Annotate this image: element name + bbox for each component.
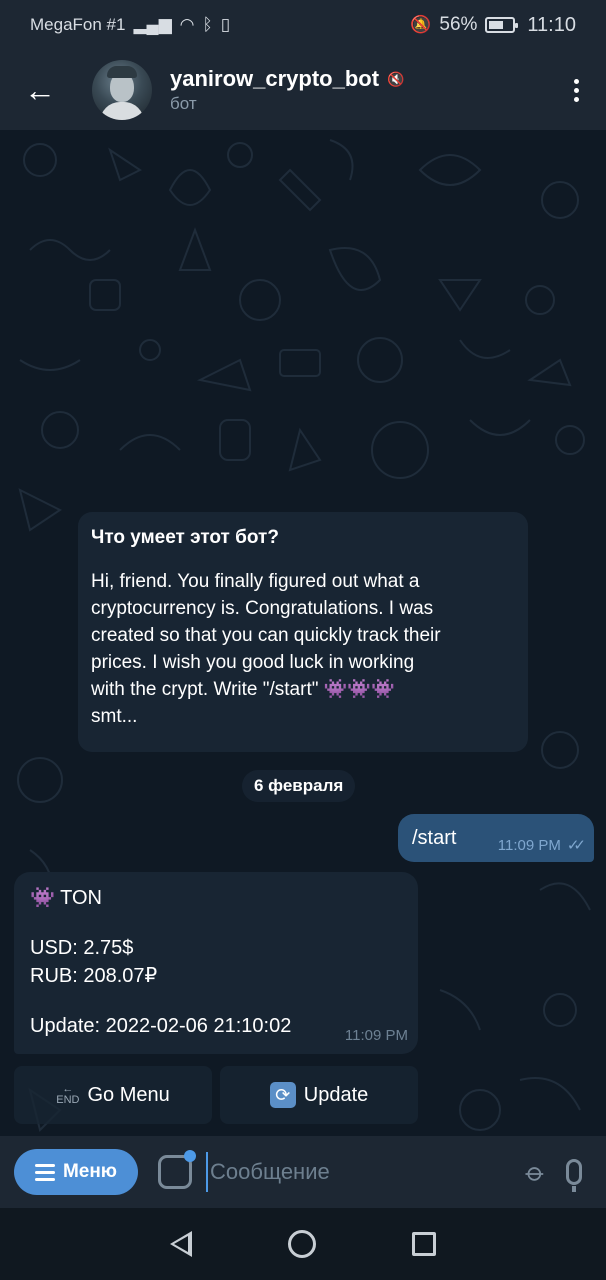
go-menu-label: Go Menu [87,1083,170,1106]
chat-subtitle: бот [170,94,197,113]
bot-menu-label: Меню [62,1161,118,1182]
bluetooth-icon: ᛒ [202,15,213,34]
refresh-icon: ⟳ [269,1082,296,1108]
muted-speaker-icon: 🔇 [387,70,405,87]
price-rub-line: RUB: 208.07₽ [30,965,158,987]
price-coin-line: 👾 TON [30,887,102,909]
hamburger-icon [34,1163,55,1181]
outgoing-message[interactable]: /start 11:09 PM ✓✓ [398,814,594,862]
outgoing-message-time: 11:09 PM [497,836,561,854]
date-separator: 6 февраля [242,770,356,802]
chat-title: yanirow_crypto_bot [170,66,380,91]
inline-keyboard: ← END Go Menu ⟳ Update [14,1066,418,1124]
chat-area[interactable]: Что умеет этот бот? Hi, friend. You fina… [0,130,606,1136]
system-navigation-bar [0,1208,606,1280]
signal-icon: ▂▄▆ [133,15,172,34]
vibrate-icon: ▯ [220,15,231,34]
bot-info-bubble: Что умеет этот бот? Hi, friend. You fina… [78,512,528,752]
chat-header: ← yanirow_crypto_bot 🔇 бот [0,50,606,130]
dot-icon [573,96,579,102]
end-arrow-icon: ← END [56,1083,80,1106]
status-bar: MegaFon #1 ▂▄▆ ◠ ᛒ ▯ 🔕 56% 11:10 [0,0,606,50]
go-menu-button[interactable]: ← END Go Menu [14,1066,212,1124]
wifi-icon: ◠ [179,15,195,34]
clock: 11:10 [527,13,576,36]
avatar[interactable] [92,60,152,120]
microphone-icon[interactable] [566,1159,582,1192]
nav-home-icon[interactable] [288,1230,316,1258]
update-button[interactable]: ⟳ Update [220,1066,418,1124]
double-check-icon: ✓✓ [566,837,586,854]
sticker-button[interactable] [158,1150,196,1189]
back-button[interactable]: ← [0,50,80,130]
dot-icon [573,87,579,93]
nav-recents-icon[interactable] [412,1232,436,1256]
price-usd-line: USD: 2.75$ [30,937,134,959]
incoming-message[interactable]: 👾 TON USD: 2.75$ RUB: 208.07₽ Update: 20… [14,872,418,1054]
update-label: Update [303,1083,369,1106]
carrier-label: MegaFon #1 [30,15,126,34]
outgoing-message-text[interactable]: /start [412,827,456,850]
bot-menu-button[interactable]: Меню [14,1149,138,1195]
battery-icon [485,17,519,33]
arrow-left-icon: ← [24,71,56,108]
message-input[interactable] [206,1152,529,1192]
incoming-message-time: 11:09 PM [344,1027,408,1044]
nav-back-icon[interactable] [170,1231,192,1257]
chat-title-block[interactable]: yanirow_crypto_bot 🔇 бот [170,66,404,114]
dot-icon [573,78,579,84]
message-input-bar: Меню ⌀ [0,1136,606,1208]
bot-info-title: Что умеет этот бот? [91,527,279,548]
mute-bell-icon: 🔕 [410,15,432,34]
battery-percent: 56% [439,14,478,35]
bot-info-text: Hi, friend. You finally figured out what… [91,571,441,727]
more-options-button[interactable] [546,50,606,130]
